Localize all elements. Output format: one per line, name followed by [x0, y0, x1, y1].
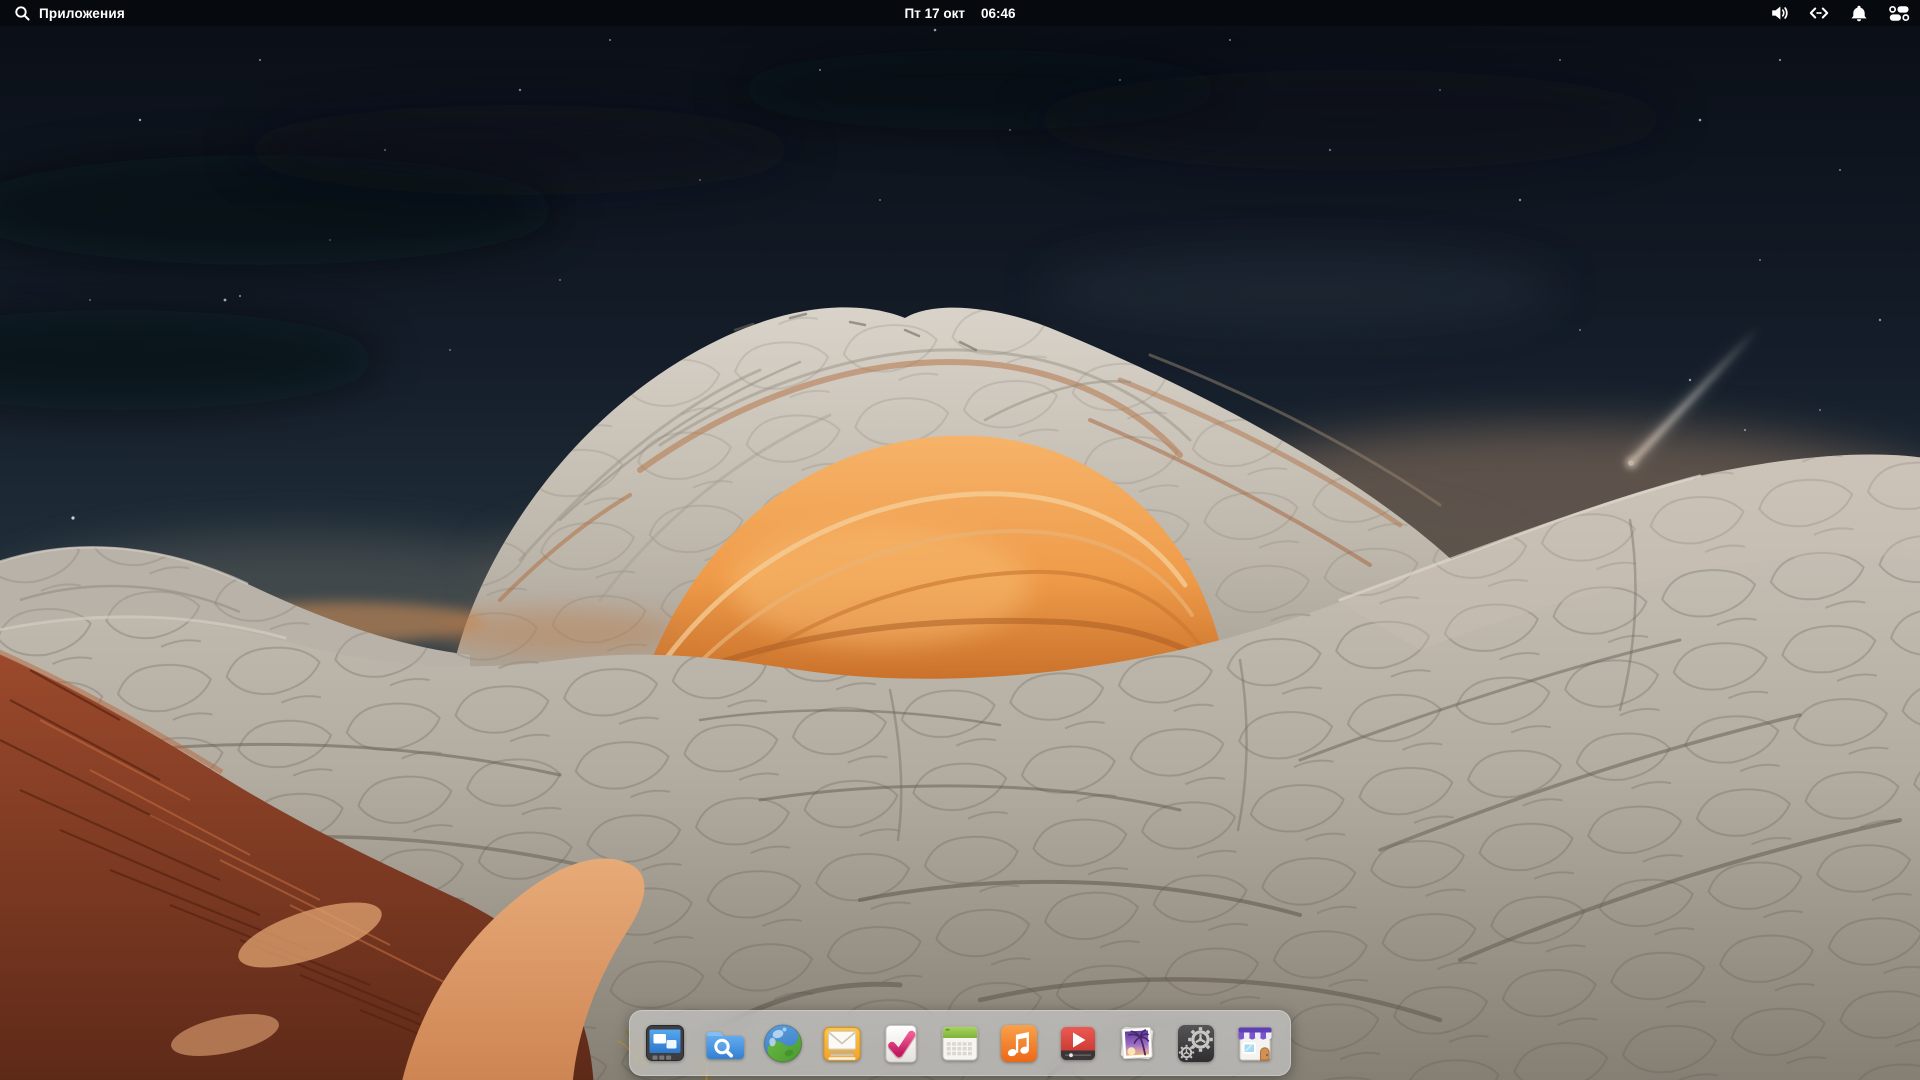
volume-icon [1770, 4, 1789, 22]
applications-menu[interactable]: Приложения [10, 5, 129, 22]
dock-item-multitasking[interactable] [641, 1019, 689, 1067]
dock-item-calendar[interactable] [936, 1019, 984, 1067]
panel-date: Пт 17 окт [905, 6, 965, 21]
photos-icon [1113, 1019, 1161, 1067]
panel-time: 06:46 [981, 6, 1016, 21]
tasks-checkmark-icon [877, 1019, 925, 1067]
appcenter-storefront-icon [1231, 1019, 1279, 1067]
session-toggles-icon [1889, 5, 1910, 22]
videos-play-icon [1054, 1019, 1102, 1067]
dock-item-web-browser[interactable] [759, 1019, 807, 1067]
session-indicator[interactable] [1888, 2, 1910, 24]
wallpaper-image [0, 0, 1920, 1080]
dock-item-music[interactable] [995, 1019, 1043, 1067]
dock-item-videos[interactable] [1054, 1019, 1102, 1067]
top-panel: Приложения Пт 17 окт 06:46 [0, 0, 1920, 26]
mail-icon [818, 1019, 866, 1067]
applications-label: Приложения [39, 6, 125, 21]
dock-item-files[interactable] [700, 1019, 748, 1067]
bell-icon [1850, 4, 1868, 22]
settings-gear-icon [1172, 1019, 1220, 1067]
search-icon [14, 5, 31, 22]
dock-item-tasks[interactable] [877, 1019, 925, 1067]
desktop: Приложения Пт 17 окт 06:46 [0, 0, 1920, 1080]
notifications-indicator[interactable] [1848, 2, 1870, 24]
dock-item-photos[interactable] [1113, 1019, 1161, 1067]
multitasking-icon [641, 1019, 689, 1067]
dock [629, 1010, 1291, 1076]
files-folder-icon [700, 1019, 748, 1067]
web-browser-globe-icon [759, 1019, 807, 1067]
music-note-icon [995, 1019, 1043, 1067]
panel-indicators [1768, 2, 1910, 24]
network-icon [1809, 4, 1829, 22]
dock-item-mail[interactable] [818, 1019, 866, 1067]
dock-item-appcenter[interactable] [1231, 1019, 1279, 1067]
volume-indicator[interactable] [1768, 2, 1790, 24]
network-indicator[interactable] [1808, 2, 1830, 24]
calendar-icon [936, 1019, 984, 1067]
dock-item-system-settings[interactable] [1172, 1019, 1220, 1067]
datetime-indicator[interactable]: Пт 17 окт 06:46 [905, 6, 1016, 21]
desktop-background[interactable] [0, 0, 1920, 1080]
